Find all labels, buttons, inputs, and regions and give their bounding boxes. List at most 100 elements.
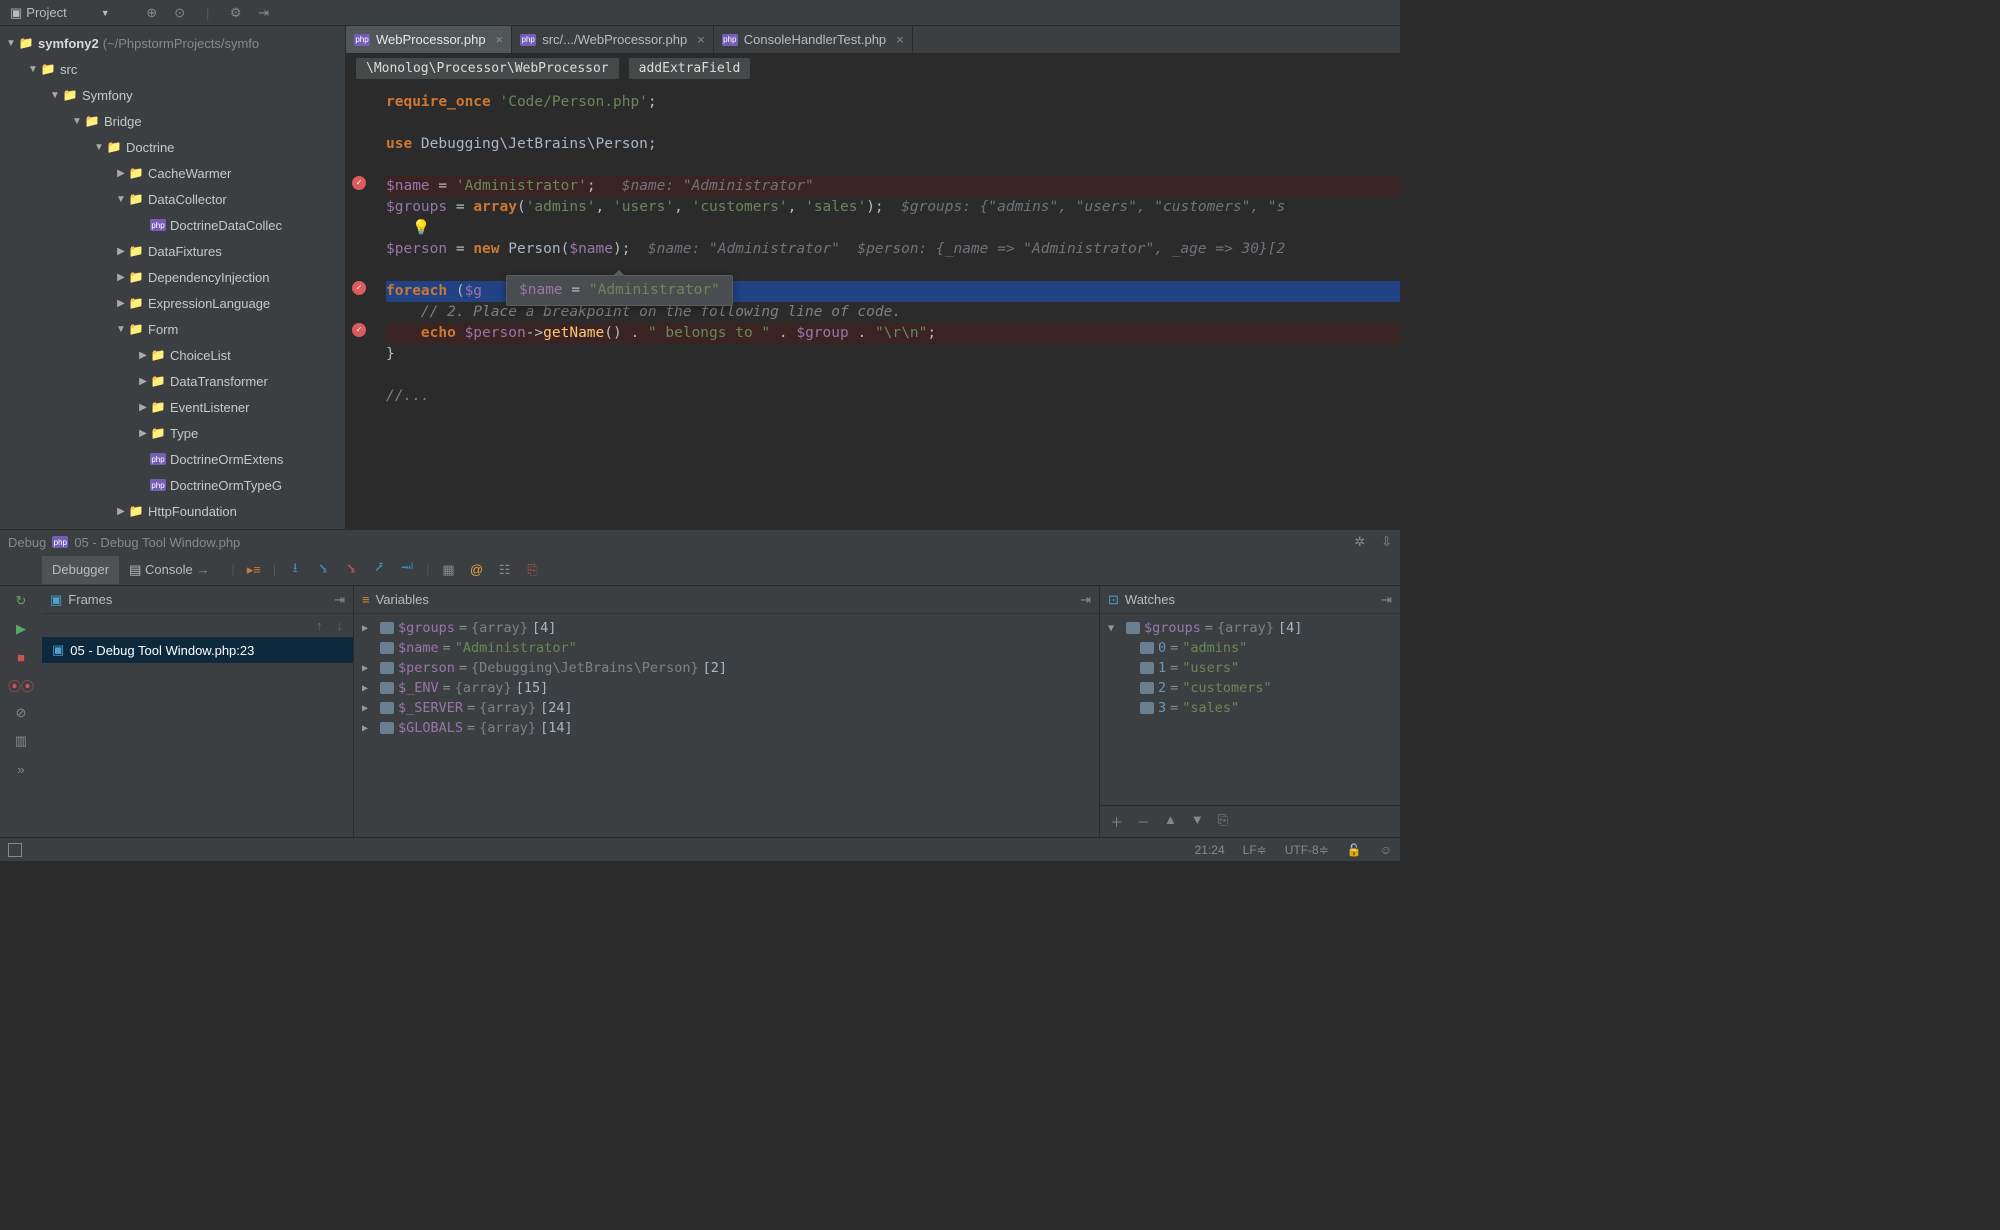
- duplicate-icon[interactable]: ⎘: [1218, 812, 1228, 831]
- step-out-icon[interactable]: ⭷: [370, 561, 388, 579]
- twisty-icon[interactable]: ▶: [136, 350, 150, 361]
- twisty-icon[interactable]: ▶: [114, 168, 128, 179]
- next-frame-icon[interactable]: ↓: [337, 618, 344, 633]
- twisty-icon[interactable]: ▼: [114, 324, 128, 335]
- step-into-icon[interactable]: ⭸: [314, 561, 332, 579]
- tree-item[interactable]: ▼Doctrine: [0, 134, 345, 160]
- code-editor[interactable]: require_once 'Code/Person.php'; use Debu…: [346, 82, 1400, 529]
- close-icon[interactable]: ×: [496, 32, 504, 47]
- tool-window-icon[interactable]: [8, 843, 22, 857]
- watch-item[interactable]: 2 = "customers": [1100, 678, 1400, 698]
- twisty-icon[interactable]: ▼: [92, 142, 106, 153]
- tree-item[interactable]: ▶EventListener: [0, 394, 345, 420]
- resume-icon[interactable]: ▶: [12, 620, 30, 638]
- variable-row[interactable]: ▶ $GLOBALS = {array} [14]: [354, 718, 1099, 738]
- step-over-icon[interactable]: ⭳: [286, 561, 304, 579]
- force-step-into-icon[interactable]: ⭸: [342, 561, 360, 579]
- at-icon[interactable]: @: [468, 561, 486, 579]
- twisty-icon[interactable]: ▼: [26, 64, 40, 75]
- move-down-icon[interactable]: ▼: [1191, 812, 1204, 831]
- tree-item[interactable]: phpDoctrineOrmTypeG: [0, 472, 345, 498]
- remove-watch-icon[interactable]: －: [1137, 812, 1150, 831]
- twisty-icon[interactable]: ▶: [362, 723, 376, 734]
- breakpoint-icon[interactable]: [352, 281, 366, 295]
- run-to-cursor-icon[interactable]: ⭲ᴵ: [398, 561, 416, 579]
- cursor-position[interactable]: 21:24: [1195, 843, 1225, 857]
- more-icon[interactable]: »: [12, 760, 30, 778]
- collapse-icon[interactable]: ⊕: [144, 5, 160, 21]
- prev-frame-icon[interactable]: ↑: [316, 618, 323, 633]
- breakpoint-icon[interactable]: [352, 323, 366, 337]
- tree-item[interactable]: ▶HttpFoundation: [0, 498, 345, 524]
- pin-icon[interactable]: ⇥: [1080, 592, 1091, 608]
- project-view-selector[interactable]: ▣ Project ▼: [4, 3, 116, 23]
- twisty-icon[interactable]: ▶: [362, 703, 376, 714]
- project-tree[interactable]: ▼ symfony2 (~/PhpstormProjects/symfo ▼sr…: [0, 26, 346, 529]
- tree-item[interactable]: ▶DataFixtures: [0, 238, 345, 264]
- watch-row[interactable]: ▼ $groups = {array} [4]: [1100, 618, 1400, 638]
- mute-breakpoints-icon[interactable]: ⊘: [12, 704, 30, 722]
- variable-row[interactable]: ▶ $person = {Debugging\JetBrains\Person}…: [354, 658, 1099, 678]
- tree-item[interactable]: ▶CacheWarmer: [0, 160, 345, 186]
- editor-tab[interactable]: phpWebProcessor.php×: [346, 26, 512, 53]
- twisty-icon[interactable]: ▼: [70, 116, 84, 127]
- tree-item[interactable]: ▼Form: [0, 316, 345, 342]
- variable-row[interactable]: ▶ $_SERVER = {array} [24]: [354, 698, 1099, 718]
- twisty-icon[interactable]: ▼: [4, 38, 18, 49]
- tab-console[interactable]: ▤ Console →: [119, 556, 219, 584]
- twisty-icon[interactable]: ▼: [114, 194, 128, 205]
- twisty-icon[interactable]: ▶: [362, 623, 376, 634]
- frame-row[interactable]: ▣ 05 - Debug Tool Window.php:23: [42, 637, 353, 663]
- twisty-icon[interactable]: ▶: [136, 376, 150, 387]
- editor-tab[interactable]: phpConsoleHandlerTest.php×: [714, 26, 913, 53]
- tree-item[interactable]: ▼Symfony: [0, 82, 345, 108]
- intention-bulb-icon[interactable]: 💡: [412, 220, 430, 236]
- tree-item[interactable]: ▼DataCollector: [0, 186, 345, 212]
- tree-item[interactable]: phpDoctrineDataCollec: [0, 212, 345, 238]
- layout-icon[interactable]: ▥: [12, 732, 30, 750]
- pin-icon[interactable]: ⇥: [334, 592, 345, 608]
- variable-row[interactable]: $name = "Administrator": [354, 638, 1099, 658]
- tab-debugger[interactable]: Debugger: [42, 556, 119, 584]
- watch-item[interactable]: 1 = "users": [1100, 658, 1400, 678]
- breakpoint-icon[interactable]: [352, 176, 366, 190]
- close-icon[interactable]: ×: [896, 32, 904, 47]
- editor-tab[interactable]: phpsrc/.../WebProcessor.php×: [512, 26, 714, 53]
- tree-item[interactable]: phpDoctrineOrmExtens: [0, 446, 345, 472]
- rerun-icon[interactable]: ↻: [12, 592, 30, 610]
- settings-icon[interactable]: ☷: [496, 561, 514, 579]
- watch-item[interactable]: 3 = "sales": [1100, 698, 1400, 718]
- line-separator[interactable]: LF≑: [1243, 843, 1267, 857]
- twisty-icon[interactable]: ▶: [114, 298, 128, 309]
- pin-icon[interactable]: ⇥: [1381, 592, 1392, 608]
- add-watch-icon[interactable]: ＋: [1110, 812, 1123, 831]
- hector-icon[interactable]: ☺: [1380, 843, 1392, 857]
- twisty-icon[interactable]: ▶: [114, 506, 128, 517]
- gear-icon[interactable]: ⚙: [228, 5, 244, 21]
- twisty-icon[interactable]: ▼: [1108, 623, 1122, 634]
- tree-item[interactable]: ▶ExpressionLanguage: [0, 290, 345, 316]
- twisty-icon[interactable]: ▼: [48, 90, 62, 101]
- tree-root[interactable]: ▼ symfony2 (~/PhpstormProjects/symfo: [0, 30, 345, 56]
- twisty-icon[interactable]: ▶: [114, 246, 128, 257]
- breadcrumb-segment[interactable]: \Monolog\Processor\WebProcessor: [356, 58, 619, 79]
- tree-item[interactable]: ▶DataTransformer: [0, 368, 345, 394]
- view-breakpoints-icon[interactable]: ⦿⦿: [12, 676, 30, 694]
- locate-icon[interactable]: ⊙: [172, 5, 188, 21]
- close-icon[interactable]: ×: [697, 32, 705, 47]
- tree-item[interactable]: ▶ChoiceList: [0, 342, 345, 368]
- gear-icon[interactable]: ✲: [1354, 534, 1365, 550]
- tree-item[interactable]: ▶Type: [0, 420, 345, 446]
- evaluate-icon[interactable]: ▦: [440, 561, 458, 579]
- twisty-icon[interactable]: ▶: [362, 663, 376, 674]
- tree-item[interactable]: ▼src: [0, 56, 345, 82]
- move-up-icon[interactable]: ▲: [1164, 812, 1177, 831]
- twisty-icon[interactable]: ▶: [136, 428, 150, 439]
- stop-icon[interactable]: ■: [12, 648, 30, 666]
- watch-item[interactable]: 0 = "admins": [1100, 638, 1400, 658]
- variable-row[interactable]: ▶ $_ENV = {array} [15]: [354, 678, 1099, 698]
- tree-item[interactable]: ▶DependencyInjection: [0, 264, 345, 290]
- hide-icon[interactable]: ⇥: [256, 5, 272, 21]
- breadcrumb-segment[interactable]: addExtraField: [629, 58, 751, 79]
- lock-icon[interactable]: 🔓: [1347, 843, 1362, 857]
